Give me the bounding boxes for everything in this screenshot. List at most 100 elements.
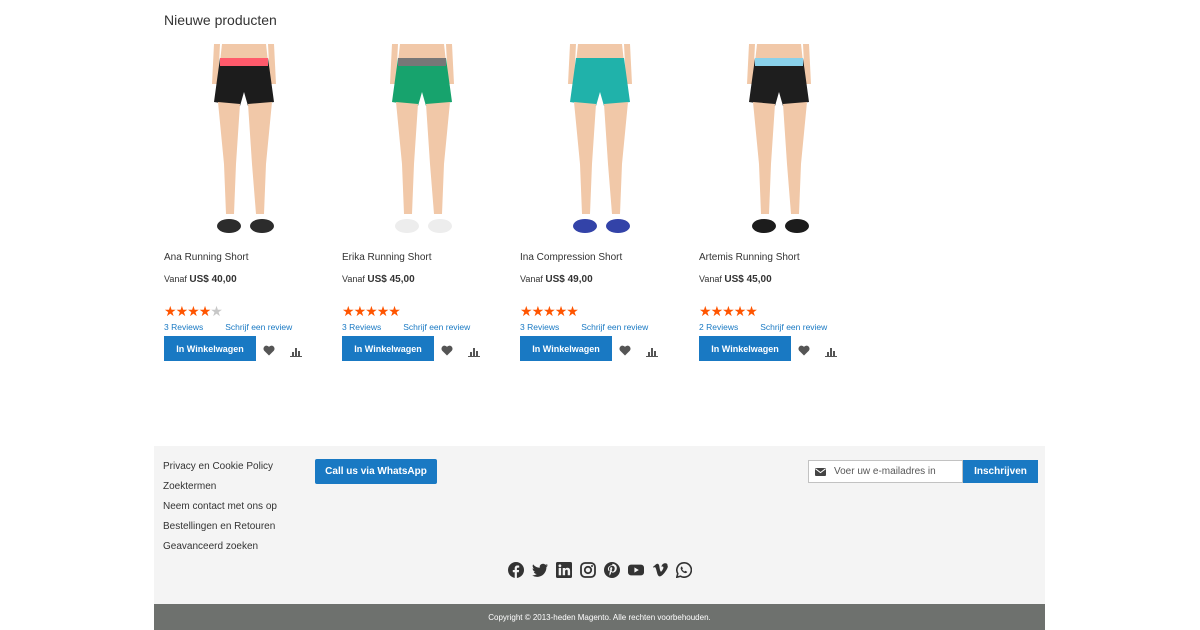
price-value: US$ 49,00 bbox=[545, 274, 593, 285]
product-name-link[interactable]: Erika Running Short bbox=[342, 252, 432, 263]
price-box: Vanaf US$ 45,00 bbox=[699, 274, 772, 285]
vimeo-icon[interactable] bbox=[652, 562, 668, 578]
rating-star-icon: ★ bbox=[175, 303, 189, 319]
reviews-link[interactable]: 2 Reviews bbox=[699, 322, 738, 332]
rating-star-icon: ★ bbox=[722, 303, 735, 319]
price-prefix: Vanaf bbox=[699, 274, 722, 284]
compare-bar-chart-icon[interactable] bbox=[825, 344, 837, 357]
rating-star-icon: ★ bbox=[353, 303, 367, 319]
reviews-link[interactable]: 3 Reviews bbox=[164, 322, 203, 332]
rating-star-icon: ★ bbox=[745, 303, 758, 319]
product-grid: Ana Running Short Vanaf US$ 40,00 ★ ★ ★ ★ ★ … bbox=[164, 44, 864, 374]
wishlist-heart-icon[interactable] bbox=[441, 343, 453, 356]
product-image[interactable] bbox=[164, 44, 324, 244]
price-value: US$ 45,00 bbox=[724, 274, 772, 285]
reviews-row: 3 Reviews Schrijf een review bbox=[342, 322, 470, 332]
price-prefix: Vanaf bbox=[164, 274, 187, 284]
rating-star-icon: ★ bbox=[210, 303, 223, 319]
wishlist-heart-icon[interactable] bbox=[263, 343, 275, 356]
wishlist-heart-icon[interactable] bbox=[619, 343, 631, 356]
price-prefix: Vanaf bbox=[342, 274, 365, 284]
rating-star-icon: ★ bbox=[198, 303, 212, 319]
rating-star-icon: ★ bbox=[543, 303, 556, 319]
envelope-icon bbox=[815, 467, 826, 476]
facebook-icon[interactable] bbox=[508, 562, 524, 578]
wishlist-heart-icon[interactable] bbox=[798, 343, 810, 356]
product-photo-icon bbox=[390, 44, 454, 233]
price-prefix: Vanaf bbox=[520, 274, 543, 284]
page-footer: Privacy en Cookie Policy Zoektermen Neem… bbox=[154, 446, 1045, 604]
rating-stars: ★ ★ ★ ★ ★ bbox=[164, 303, 223, 319]
footer-link[interactable]: Geavanceerd zoeken bbox=[163, 540, 277, 560]
rating-star-icon: ★ bbox=[342, 303, 355, 319]
instagram-icon[interactable] bbox=[580, 562, 596, 578]
linkedin-icon[interactable] bbox=[556, 562, 572, 578]
write-review-link[interactable]: Schrijf een review bbox=[760, 322, 827, 332]
footer-link[interactable]: Zoektermen bbox=[163, 480, 277, 500]
add-to-cart-button[interactable]: In Winkelwagen bbox=[342, 336, 434, 361]
rating-stars: ★ ★ ★ ★ ★ bbox=[520, 303, 579, 319]
product-image[interactable] bbox=[342, 44, 502, 244]
product-item: Ana Running Short Vanaf US$ 40,00 ★ ★ ★ ★ ★ … bbox=[164, 44, 324, 374]
footer-link[interactable]: Bestellingen en Retouren bbox=[163, 520, 277, 540]
pinterest-icon[interactable] bbox=[604, 562, 620, 578]
product-item: Ina Compression Short Vanaf US$ 49,00 ★ ★… bbox=[520, 44, 680, 374]
rating-star-icon: ★ bbox=[699, 303, 712, 319]
price-value: US$ 45,00 bbox=[367, 274, 415, 285]
reviews-row: 2 Reviews Schrijf een review bbox=[699, 322, 827, 332]
footer-link[interactable]: Privacy en Cookie Policy bbox=[163, 460, 277, 480]
newsletter-form: Inschrijven bbox=[808, 460, 1038, 483]
whatsapp-icon[interactable] bbox=[676, 562, 692, 578]
reviews-row: 3 Reviews Schrijf een review bbox=[164, 322, 292, 332]
product-name-link[interactable]: Artemis Running Short bbox=[699, 252, 800, 263]
product-name-link[interactable]: Ina Compression Short bbox=[520, 252, 622, 263]
compare-bar-chart-icon[interactable] bbox=[290, 344, 302, 357]
subscribe-button[interactable]: Inschrijven bbox=[963, 460, 1038, 483]
add-to-cart-button[interactable]: In Winkelwagen bbox=[164, 336, 256, 361]
reviews-link[interactable]: 3 Reviews bbox=[342, 322, 381, 332]
reviews-link[interactable]: 3 Reviews bbox=[520, 322, 559, 332]
rating-star-icon: ★ bbox=[733, 303, 747, 319]
rating-star-icon: ★ bbox=[365, 303, 378, 319]
rating-star-icon: ★ bbox=[520, 303, 533, 319]
rating-star-icon: ★ bbox=[554, 303, 568, 319]
rating-star-icon: ★ bbox=[710, 303, 724, 319]
product-photo-icon bbox=[747, 44, 811, 233]
price-box: Vanaf US$ 40,00 bbox=[164, 274, 237, 285]
product-photo-icon bbox=[568, 44, 632, 233]
newsletter-email-input[interactable] bbox=[834, 466, 954, 477]
twitter-icon[interactable] bbox=[532, 562, 548, 578]
reviews-row: 3 Reviews Schrijf een review bbox=[520, 322, 648, 332]
rating-stars: ★ ★ ★ ★ ★ bbox=[699, 303, 758, 319]
youtube-icon[interactable] bbox=[628, 562, 644, 578]
footer-link[interactable]: Neem contact met ons op bbox=[163, 500, 277, 520]
social-links bbox=[508, 562, 692, 578]
price-box: Vanaf US$ 45,00 bbox=[342, 274, 415, 285]
write-review-link[interactable]: Schrijf een review bbox=[225, 322, 292, 332]
product-photo-icon bbox=[212, 44, 276, 233]
newsletter-field[interactable] bbox=[808, 460, 963, 483]
add-to-cart-button[interactable]: In Winkelwagen bbox=[520, 336, 612, 361]
rating-star-icon: ★ bbox=[388, 303, 401, 319]
footer-links: Privacy en Cookie Policy Zoektermen Neem… bbox=[163, 460, 277, 560]
product-item: Artemis Running Short Vanaf US$ 45,00 ★ ★… bbox=[699, 44, 859, 374]
product-name-link[interactable]: Ana Running Short bbox=[164, 252, 249, 263]
write-review-link[interactable]: Schrijf een review bbox=[581, 322, 648, 332]
rating-star-icon: ★ bbox=[376, 303, 390, 319]
copyright-bar: Copyright © 2013-heden Magento. Alle rec… bbox=[154, 604, 1045, 630]
write-review-link[interactable]: Schrijf een review bbox=[403, 322, 470, 332]
rating-star-icon: ★ bbox=[187, 303, 200, 319]
price-box: Vanaf US$ 49,00 bbox=[520, 274, 593, 285]
price-value: US$ 40,00 bbox=[189, 274, 237, 285]
compare-bar-chart-icon[interactable] bbox=[468, 344, 480, 357]
compare-bar-chart-icon[interactable] bbox=[646, 344, 658, 357]
add-to-cart-button[interactable]: In Winkelwagen bbox=[699, 336, 791, 361]
section-title: Nieuwe producten bbox=[164, 12, 277, 28]
rating-star-icon: ★ bbox=[566, 303, 579, 319]
product-item: Erika Running Short Vanaf US$ 45,00 ★ ★ ★ ★… bbox=[342, 44, 502, 374]
rating-star-icon: ★ bbox=[531, 303, 545, 319]
rating-star-icon: ★ bbox=[164, 303, 177, 319]
product-image[interactable] bbox=[520, 44, 680, 244]
product-image[interactable] bbox=[699, 44, 859, 244]
whatsapp-button[interactable]: Call us via WhatsApp bbox=[315, 459, 437, 484]
